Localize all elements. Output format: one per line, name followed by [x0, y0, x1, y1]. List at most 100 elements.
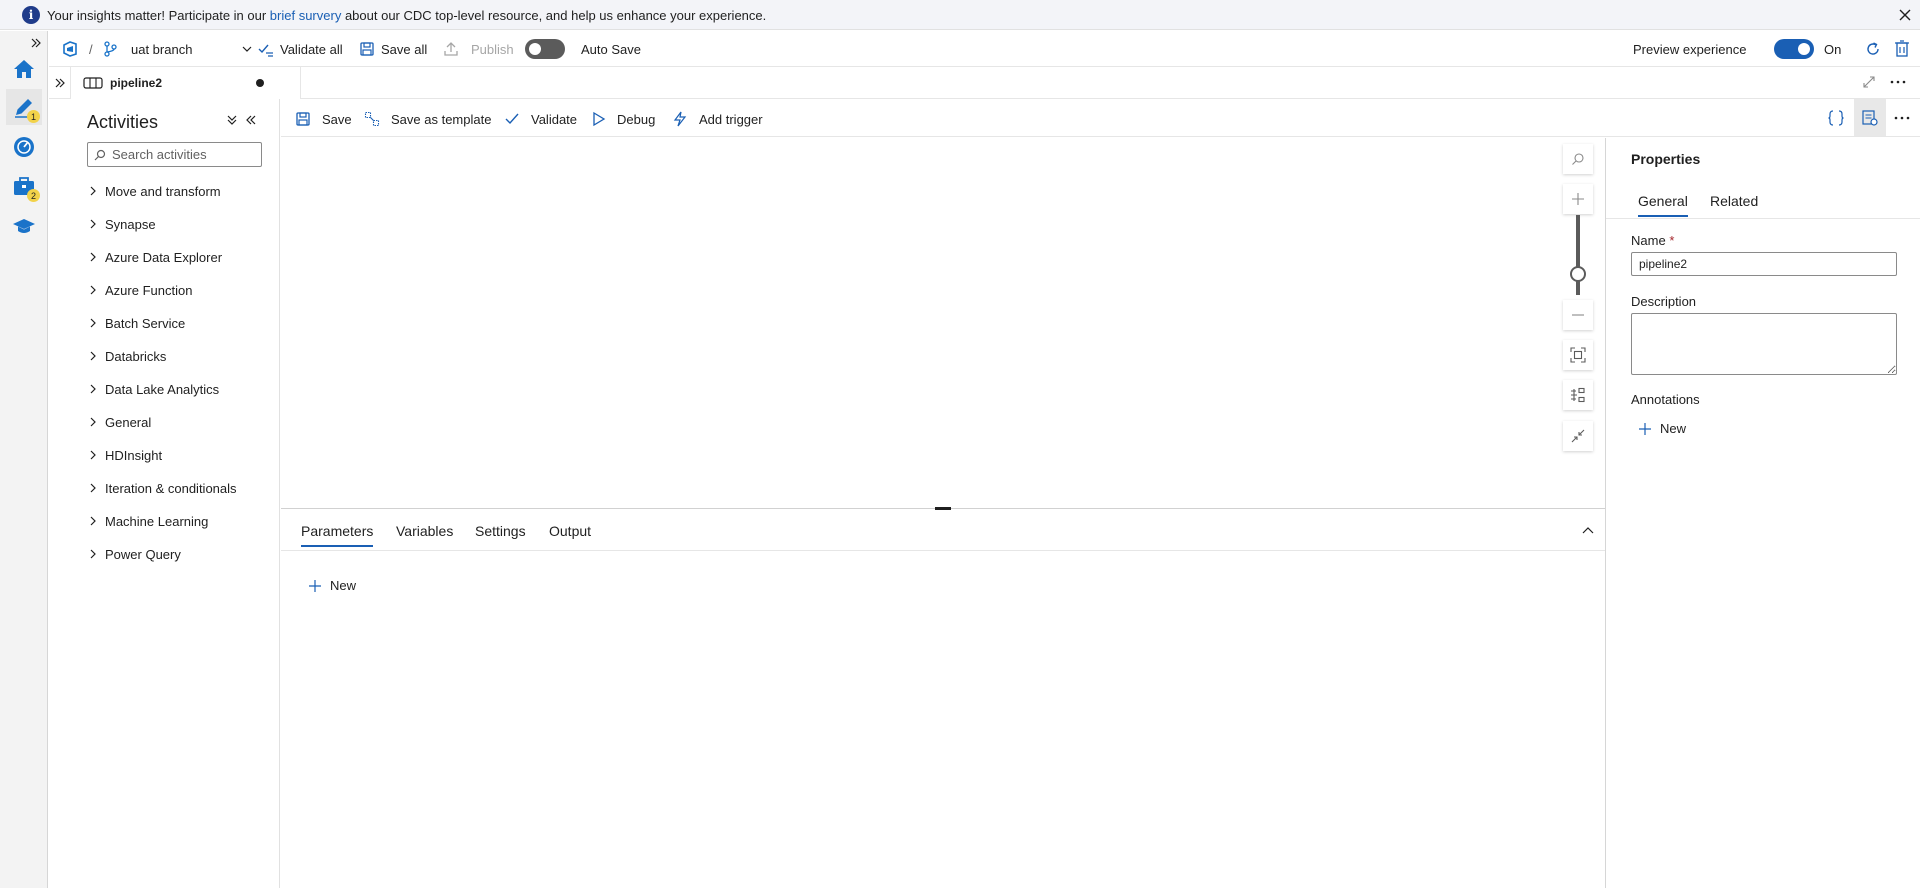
canvas-toolbar: Save Save as template Validate Debug Add…	[281, 99, 1920, 137]
author-badge: 1	[27, 110, 40, 123]
tab-divider	[1606, 218, 1920, 219]
category-item[interactable]: Azure Data Explorer	[89, 247, 222, 267]
save-icon	[296, 112, 310, 126]
activities-panel: Activities Move and transform Synapse Az…	[71, 99, 280, 888]
name-label-text: Name	[1631, 233, 1666, 248]
new-annotation-button[interactable]: New	[1638, 421, 1686, 436]
rail-manage[interactable]: 2	[6, 168, 42, 204]
tab-parameters[interactable]: Parameters	[301, 523, 374, 547]
add-trigger-button[interactable]: Add trigger	[672, 109, 763, 129]
auto-save-toggle[interactable]: Auto Save	[525, 39, 641, 59]
toggle-knob	[1798, 43, 1810, 55]
discard-icon	[1895, 40, 1909, 57]
branch-selector[interactable]: uat branch	[103, 39, 283, 59]
category-item[interactable]: Databricks	[89, 346, 166, 366]
new-annotation-label: New	[1660, 421, 1687, 436]
preview-switch[interactable]	[1774, 39, 1814, 59]
auto-align-button[interactable]	[1563, 380, 1593, 410]
more-icon	[1890, 80, 1906, 84]
category-item[interactable]: General	[89, 412, 151, 432]
pipeline-canvas[interactable]	[281, 138, 1605, 508]
save-as-template-button[interactable]: Save as template	[364, 109, 491, 129]
zoom-out-button[interactable]	[1563, 300, 1593, 330]
zoom-in-button[interactable]	[1563, 184, 1593, 214]
template-icon	[364, 111, 380, 127]
auto-save-switch[interactable]	[525, 39, 565, 59]
tab-pipeline2[interactable]: pipeline2	[71, 67, 301, 100]
close-banner-button[interactable]	[1896, 6, 1914, 24]
collapse-canvas-button[interactable]	[1563, 421, 1593, 451]
preview-state-label: On	[1824, 41, 1842, 57]
minus-icon	[1572, 314, 1584, 316]
category-item[interactable]: HDInsight	[89, 445, 162, 465]
tab-general[interactable]: General	[1638, 193, 1688, 217]
collapse-panel-button[interactable]	[244, 113, 258, 127]
debug-button[interactable]: Debug	[592, 109, 655, 129]
refresh-button[interactable]	[1864, 39, 1882, 59]
new-parameter-button[interactable]: New	[308, 578, 356, 593]
annotations-label: Annotations	[1631, 392, 1700, 407]
category-item[interactable]: Move and transform	[89, 181, 221, 201]
expand-resources-button[interactable]	[49, 67, 71, 99]
code-view-button[interactable]	[1827, 109, 1845, 127]
discard-button[interactable]	[1894, 39, 1910, 59]
lightning-icon	[673, 111, 687, 127]
properties-title: Properties	[1631, 151, 1701, 167]
category-item[interactable]: Power Query	[89, 544, 181, 564]
category-label: Azure Function	[105, 282, 193, 298]
rail-home[interactable]	[6, 51, 42, 87]
pipeline-name-input[interactable]	[1631, 252, 1897, 276]
rail-author[interactable]: 1	[6, 89, 42, 125]
tab-more-button[interactable]	[1889, 75, 1907, 89]
search-activities-input[interactable]	[112, 147, 252, 162]
data-factory-breadcrumb[interactable]	[61, 39, 79, 59]
properties-toggle-button[interactable]	[1854, 99, 1886, 136]
validate-button[interactable]: Validate	[504, 109, 577, 129]
git-branch-icon	[104, 41, 117, 57]
collapse-bottom-panel-button[interactable]	[1581, 525, 1595, 535]
survey-link[interactable]: brief survery	[270, 8, 342, 23]
save-label: Save	[322, 111, 352, 127]
preview-experience-toggle[interactable]: On	[1774, 39, 1841, 59]
rail-monitor[interactable]	[6, 129, 42, 165]
chevron-right-icon	[90, 384, 96, 394]
expand-icon	[1863, 76, 1875, 88]
zoom-to-fit-button[interactable]	[1563, 340, 1593, 370]
fit-to-screen-icon	[1570, 347, 1586, 363]
preview-experience-label: Preview experience	[1633, 41, 1747, 57]
tab-variables[interactable]: Variables	[396, 523, 453, 539]
tab-related[interactable]: Related	[1710, 193, 1758, 209]
zoom-slider-track[interactable]	[1576, 215, 1580, 295]
banner-message: Your insights matter! Participate in our…	[47, 8, 766, 23]
zoom-slider-thumb[interactable]	[1570, 266, 1586, 282]
collapse-all-button[interactable]	[226, 113, 238, 127]
panel-resize-handle[interactable]	[935, 507, 951, 510]
tab-settings[interactable]: Settings	[475, 523, 526, 539]
survey-banner: i Your insights matter! Participate in o…	[0, 0, 1920, 30]
category-item[interactable]: Synapse	[89, 214, 156, 234]
category-item[interactable]: Batch Service	[89, 313, 185, 333]
plus-icon	[1572, 193, 1584, 205]
category-item[interactable]: Iteration & conditionals	[89, 478, 237, 498]
maximize-button[interactable]	[1862, 75, 1876, 89]
category-item[interactable]: Azure Function	[89, 280, 192, 300]
save-button[interactable]: Save	[295, 109, 352, 129]
new-parameter-label: New	[330, 578, 357, 593]
validate-all-button[interactable]: Validate all	[258, 39, 343, 59]
chevron-right-icon	[90, 351, 96, 361]
save-all-button[interactable]: Save all	[359, 39, 427, 59]
rail-learning[interactable]	[6, 208, 42, 244]
search-activities-box[interactable]	[87, 142, 262, 167]
description-input[interactable]	[1631, 313, 1897, 375]
tab-divider	[281, 550, 1605, 551]
publish-label: Publish	[471, 41, 514, 57]
canvas-more-button[interactable]	[1893, 111, 1911, 125]
category-item[interactable]: Machine Learning	[89, 511, 208, 531]
manage-badge: 2	[27, 189, 40, 202]
add-trigger-label: Add trigger	[699, 111, 763, 127]
publish-button[interactable]: Publish	[443, 39, 514, 59]
tab-output[interactable]: Output	[549, 523, 591, 539]
canvas-search-button[interactable]	[1563, 144, 1593, 174]
tab-name: pipeline2	[110, 76, 163, 90]
category-item[interactable]: Data Lake Analytics	[89, 379, 219, 399]
